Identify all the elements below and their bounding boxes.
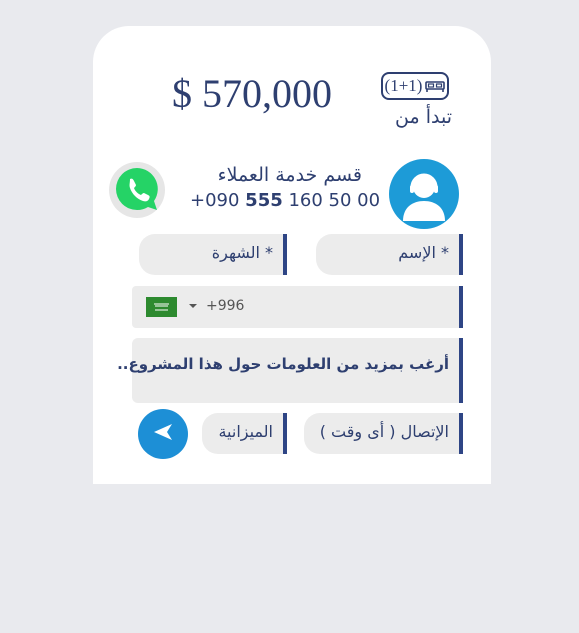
budget-select[interactable]: الميزانية <box>202 413 287 454</box>
rooms-count: (1+1) <box>384 76 423 95</box>
chevron-down-icon[interactable] <box>189 304 197 308</box>
contact-time-select[interactable]: الإتصال ( أى وقت ) <box>304 413 463 454</box>
name-input[interactable]: * الإسم <box>316 234 463 275</box>
phone-rest: 160 50 00 <box>282 190 381 211</box>
saudi-flag-icon[interactable] <box>146 297 177 317</box>
message-text: أرغب بمزيد من العلومات حول هذا المشروع.. <box>117 355 449 373</box>
message-textarea[interactable]: أرغب بمزيد من العلومات حول هذا المشروع.. <box>117 338 463 403</box>
starts-from-label: تبدأ من <box>395 106 452 128</box>
whatsapp-icon[interactable] <box>107 160 167 220</box>
phone-input[interactable]: +996 <box>132 286 463 328</box>
dial-code: +996 <box>206 298 245 314</box>
send-button[interactable] <box>138 409 188 459</box>
budget-label: الميزانية <box>218 422 273 441</box>
name-placeholder: * الإسم <box>398 243 449 262</box>
contact-time-label: الإتصال ( أى وقت ) <box>319 422 449 441</box>
support-phone[interactable]: +090 555 160 50 00 <box>190 190 380 211</box>
bed-icon <box>425 79 446 93</box>
send-arrow-icon <box>152 423 174 445</box>
rooms-badge: (1+1) <box>381 72 449 100</box>
price: $ 570,000 <box>172 71 332 116</box>
support-agent-icon <box>389 159 459 229</box>
support-title: قسم خدمة العملاء <box>217 164 362 186</box>
title-placeholder: * الشهرة <box>211 243 273 262</box>
phone-bold-part: 555 <box>245 190 283 211</box>
phone-prefix: +090 <box>190 190 246 211</box>
title-input[interactable]: * الشهرة <box>139 234 287 275</box>
